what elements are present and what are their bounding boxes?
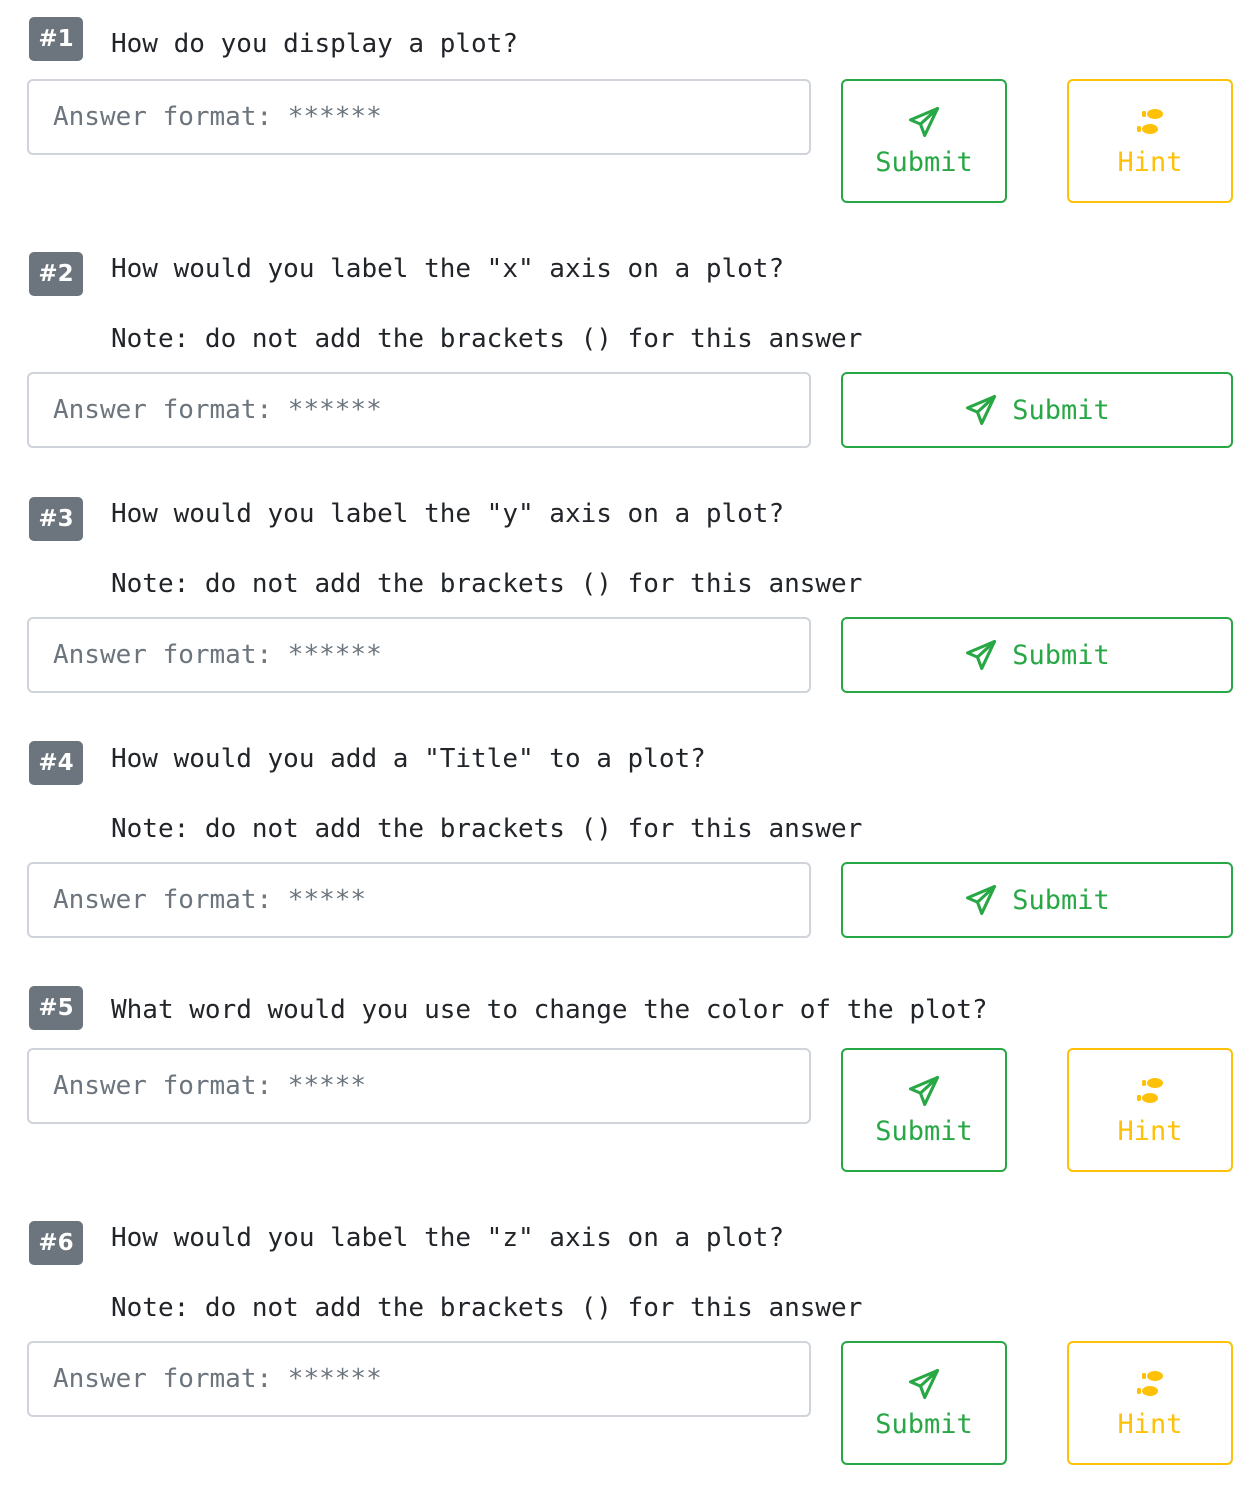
submit-label: Submit bbox=[875, 1408, 973, 1440]
shoe-prints-icon bbox=[1133, 105, 1167, 139]
submit-button[interactable]: Submit bbox=[841, 617, 1233, 693]
paper-plane-icon bbox=[964, 883, 998, 917]
submit-label: Submit bbox=[1012, 884, 1110, 916]
submit-button[interactable]: Submit bbox=[841, 372, 1233, 448]
paper-plane-icon bbox=[907, 1074, 941, 1108]
question-number-badge: #2 bbox=[29, 252, 83, 296]
hint-button[interactable]: Hint bbox=[1067, 1341, 1233, 1465]
question-text: How would you label the "y" axis on a pl… bbox=[111, 499, 785, 529]
question-number-badge: #6 bbox=[29, 1221, 83, 1265]
hint-button[interactable]: Hint bbox=[1067, 1048, 1233, 1172]
submit-label: Submit bbox=[875, 1115, 973, 1147]
answer-input[interactable] bbox=[27, 1048, 811, 1124]
answer-input[interactable] bbox=[27, 79, 811, 155]
hint-label: Hint bbox=[1117, 1408, 1183, 1440]
question-note: Note: do not add the brackets () for thi… bbox=[111, 569, 863, 599]
submit-button[interactable]: Submit bbox=[841, 1341, 1007, 1465]
answer-input[interactable] bbox=[27, 617, 811, 693]
hint-label: Hint bbox=[1117, 1115, 1183, 1147]
question-note: Note: do not add the brackets () for thi… bbox=[111, 1293, 863, 1323]
question-note: Note: do not add the brackets () for thi… bbox=[111, 324, 863, 354]
question-number-badge: #1 bbox=[29, 17, 83, 61]
submit-label: Submit bbox=[875, 146, 973, 178]
question-text: What word would you use to change the co… bbox=[111, 995, 988, 1025]
hint-button[interactable]: Hint bbox=[1067, 79, 1233, 203]
submit-label: Submit bbox=[1012, 639, 1110, 671]
answer-input[interactable] bbox=[27, 1341, 811, 1417]
hint-label: Hint bbox=[1117, 146, 1183, 178]
answer-input[interactable] bbox=[27, 372, 811, 448]
submit-label: Submit bbox=[1012, 394, 1110, 426]
answer-input[interactable] bbox=[27, 862, 811, 938]
question-text: How do you display a plot? bbox=[111, 29, 518, 59]
shoe-prints-icon bbox=[1133, 1367, 1167, 1401]
paper-plane-icon bbox=[907, 105, 941, 139]
paper-plane-icon bbox=[964, 638, 998, 672]
question-number-badge: #3 bbox=[29, 497, 83, 541]
shoe-prints-icon bbox=[1133, 1074, 1167, 1108]
paper-plane-icon bbox=[907, 1367, 941, 1401]
submit-button[interactable]: Submit bbox=[841, 79, 1007, 203]
question-text: How would you add a "Title" to a plot? bbox=[111, 744, 706, 774]
submit-button[interactable]: Submit bbox=[841, 862, 1233, 938]
question-text: How would you label the "x" axis on a pl… bbox=[111, 254, 785, 284]
submit-button[interactable]: Submit bbox=[841, 1048, 1007, 1172]
paper-plane-icon bbox=[964, 393, 998, 427]
question-note: Note: do not add the brackets () for thi… bbox=[111, 814, 863, 844]
question-number-badge: #4 bbox=[29, 741, 83, 785]
question-number-badge: #5 bbox=[29, 986, 83, 1030]
question-text: How would you label the "z" axis on a pl… bbox=[111, 1223, 785, 1253]
